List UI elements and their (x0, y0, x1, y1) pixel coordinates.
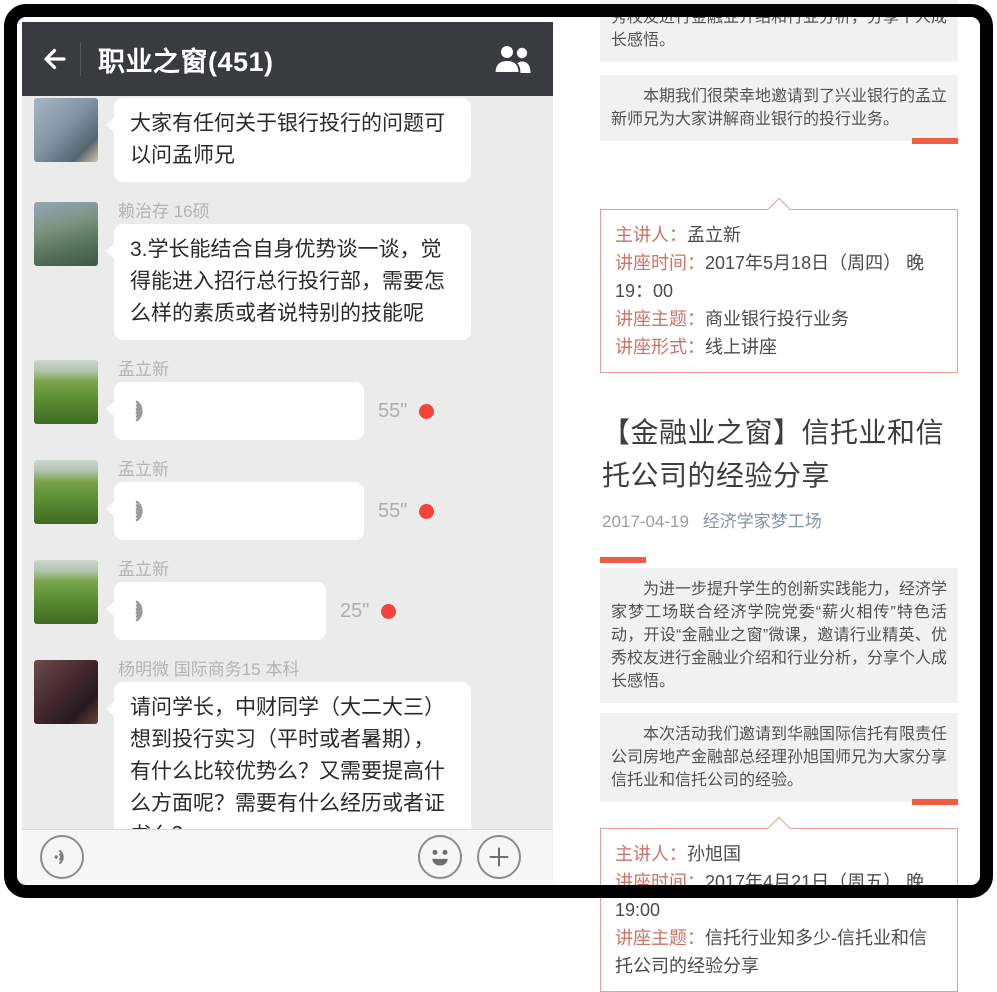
article-title: 【金融业之窗】信托业和信托公司的经验分享 (602, 411, 958, 497)
text-message-bubble: 3.学长能结合自身优势谈一谈，觉得能进入招行总行投行部，需要怎么样的素质或者说特… (114, 224, 471, 340)
message-row: 孟立新 55" (34, 460, 553, 540)
article-paragraph-invite2: 本次活动我们邀请到华融国际信托有限责任公司房地产金融部总经理孙旭国师兄为大家分享… (600, 713, 958, 802)
info-value: 孙旭国 (687, 844, 741, 864)
message-list: 大家有任何关于银行投行的问题可以问孟师兄 赖治存 16硕 3.学长能结合自身优势… (22, 96, 553, 862)
voice-input-icon (50, 845, 74, 869)
sender-name: 孟立新 (118, 360, 434, 379)
info-row: 讲座形式：线上讲座 (615, 333, 943, 361)
info-label: 主讲人： (615, 225, 687, 245)
account-link[interactable]: 经济学家梦工场 (703, 512, 822, 531)
info-row: 讲座时间：2017年4月21日（周五） 晚19:00 (615, 868, 943, 924)
lecture2-infobox: 主讲人：孙旭国 讲座时间：2017年4月21日（周五） 晚19:00 讲座主题：… (600, 828, 958, 992)
unread-dot (419, 404, 434, 419)
voice-duration: 55" (378, 400, 407, 423)
voice-wave-icon (130, 498, 156, 524)
back-button[interactable] (36, 42, 70, 76)
more-button[interactable] (477, 835, 521, 879)
chat-title: 职业之窗(451) (98, 40, 274, 79)
text-message-bubble: 大家有任何关于银行投行的问题可以问孟师兄 (114, 98, 471, 182)
unread-dot (419, 504, 434, 519)
paragraph-text: 本次活动我们邀请到华融国际信托有限责任公司房地产金融部总经理孙旭国师兄为大家分享… (611, 726, 947, 789)
voice-duration: 55" (378, 500, 407, 523)
header-divider (80, 42, 81, 76)
info-row: 讲座主题：商业银行投行业务 (615, 305, 943, 333)
info-value: 商业银行投行业务 (705, 309, 849, 329)
avatar[interactable] (34, 360, 98, 424)
article-paragraph-intro: 为进一步提升学生的创新实践能力，经济学家梦工场联合经济学院党委“薪火相传”特色活… (600, 568, 958, 703)
group-members-icon (491, 43, 535, 75)
message-row: 赖治存 16硕 3.学长能结合自身优势谈一谈，觉得能进入招行总行投行部，需要怎么… (34, 202, 553, 340)
infobox-notch (768, 817, 791, 840)
sender-name: 孟立新 (118, 560, 396, 579)
info-row: 讲座主题：信托行业知多少-信托业和信托公司的经验分享 (615, 924, 943, 980)
info-row: 主讲人：孙旭国 (615, 840, 943, 868)
message-row: 孟立新 55" (34, 360, 553, 440)
info-value: 线上讲座 (705, 337, 777, 357)
sender-name: 杨明微 国际商务15 本科 (118, 660, 471, 679)
article-paragraph-invite1: 本期我们很荣幸地邀请到了兴业银行的孟立新师兄为大家讲解商业银行的投行业务。 (600, 75, 958, 141)
back-arrow-icon (37, 44, 69, 74)
red-dash-decoration (912, 799, 958, 805)
info-label: 讲座主题： (615, 309, 705, 329)
article-pane: 秀校友进行金融业介绍和行业分析，分享个人成长感悟。 本期我们很荣幸地邀请到了兴业… (585, 0, 973, 902)
avatar[interactable] (34, 98, 98, 162)
avatar[interactable] (34, 660, 98, 724)
article-date: 2017-04-19 (602, 512, 689, 531)
info-label: 主讲人： (615, 844, 687, 864)
red-dash-decoration (912, 138, 958, 144)
article-paragraph-clipped: 秀校友进行金融业介绍和行业分析，分享个人成长感悟。 (600, 0, 958, 62)
info-label: 讲座主题： (615, 928, 705, 948)
avatar[interactable] (34, 460, 98, 524)
voice-input-button[interactable] (40, 835, 84, 879)
paragraph-text: 秀校友进行金融业介绍和行业分析，分享个人成长感悟。 (611, 9, 947, 49)
chat-header: 职业之窗(451) (22, 22, 553, 96)
chat-pane: 职业之窗(451) 大家有任 (22, 22, 553, 884)
plus-icon (482, 840, 516, 874)
infobox-notch (768, 198, 791, 221)
red-dash-decoration (600, 557, 646, 563)
paragraph-text: 本期我们很荣幸地邀请到了兴业银行的孟立新师兄为大家讲解商业银行的投行业务。 (611, 88, 947, 128)
voice-duration: 25" (340, 600, 369, 623)
emoji-button[interactable] (418, 835, 462, 879)
paragraph-text: 为进一步提升学生的创新实践能力，经济学家梦工场联合经济学院党委“薪火相传”特色活… (611, 581, 947, 690)
avatar[interactable] (34, 560, 98, 624)
avatar[interactable] (34, 202, 98, 266)
voice-wave-icon (130, 598, 156, 624)
info-label: 讲座时间： (615, 253, 705, 273)
info-row: 讲座时间：2017年5月18日（周四） 晚19：00 (615, 249, 943, 305)
group-members-button[interactable] (491, 43, 535, 75)
voice-message-bubble[interactable] (114, 582, 326, 640)
info-row: 主讲人：孟立新 (615, 221, 943, 249)
message-row: 孟立新 25" (34, 560, 553, 640)
voice-message-bubble[interactable] (114, 382, 364, 440)
voice-message-bubble[interactable] (114, 482, 364, 540)
voice-wave-icon (130, 398, 156, 424)
sender-name: 赖治存 16硕 (118, 202, 471, 221)
article-meta: 2017-04-19 经济学家梦工场 (602, 507, 958, 532)
smiley-icon (423, 840, 457, 874)
unread-dot (381, 604, 396, 619)
info-value: 孟立新 (687, 225, 741, 245)
chat-input-bar (22, 829, 553, 884)
message-row: 大家有任何关于银行投行的问题可以问孟师兄 (34, 98, 553, 182)
info-label: 讲座时间： (615, 872, 705, 892)
sender-name: 孟立新 (118, 460, 434, 479)
info-label: 讲座形式： (615, 337, 705, 357)
lecture1-infobox: 主讲人：孟立新 讲座时间：2017年5月18日（周四） 晚19：00 讲座主题：… (600, 209, 958, 373)
